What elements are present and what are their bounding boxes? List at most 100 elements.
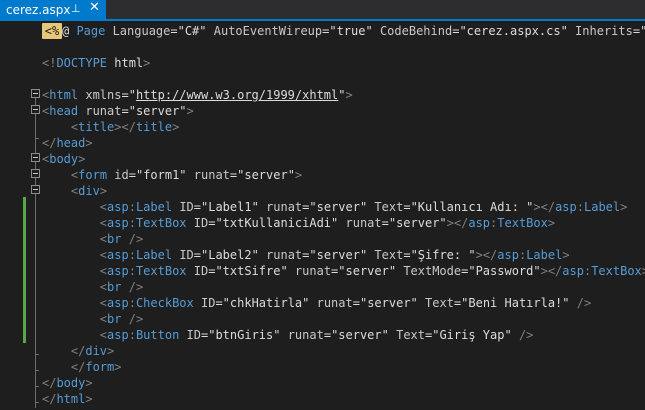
code-line[interactable]: </html> bbox=[42, 391, 93, 407]
code-token: Text bbox=[374, 248, 404, 262]
code-line[interactable]: </form> bbox=[42, 359, 122, 375]
code-token: asp bbox=[468, 216, 491, 230]
code-token: : bbox=[576, 200, 584, 214]
code-token: CodeBehind bbox=[379, 24, 453, 38]
code-line[interactable]: </head> bbox=[42, 135, 93, 151]
pin-tab-icon[interactable]: ⊥ bbox=[71, 2, 81, 15]
code-token: id bbox=[114, 168, 129, 182]
code-token: = bbox=[352, 296, 360, 310]
code-token: Button bbox=[135, 328, 187, 342]
code-token: asp bbox=[562, 264, 584, 278]
code-token: "true" bbox=[329, 24, 373, 38]
code-token: " bbox=[128, 88, 136, 102]
code-token: DOCTYPE bbox=[56, 56, 115, 70]
code-token: = bbox=[170, 24, 178, 38]
code-token: </ bbox=[70, 344, 86, 358]
code-token: "coo bbox=[640, 24, 645, 38]
code-token: "cerez.aspx.cs" bbox=[459, 24, 568, 38]
code-line[interactable]: <div> bbox=[42, 183, 107, 199]
code-token: div bbox=[78, 184, 100, 198]
code-line[interactable]: <!DOCTYPE html> bbox=[42, 55, 150, 71]
code-token: asp bbox=[555, 200, 577, 214]
code-token: = bbox=[632, 24, 641, 38]
code-line[interactable]: <title></title> bbox=[42, 119, 179, 135]
code-token: /> bbox=[128, 280, 144, 294]
code-token: br bbox=[107, 280, 129, 294]
code-token: > bbox=[172, 120, 180, 134]
code-token: /> bbox=[128, 312, 144, 326]
code-token: : bbox=[128, 264, 136, 278]
collapse-form-icon[interactable] bbox=[31, 169, 40, 178]
code-token: Label bbox=[135, 200, 180, 214]
code-token: "C#" bbox=[177, 24, 207, 38]
close-tab-icon[interactable]: ✕ bbox=[89, 0, 100, 15]
collapse-body-icon[interactable] bbox=[31, 153, 40, 162]
code-token: "chkHatirla" bbox=[222, 296, 310, 310]
code-token: > bbox=[85, 392, 93, 406]
code-line[interactable]: <form id="form1" runat="server"> bbox=[42, 167, 302, 183]
code-token: /> bbox=[576, 296, 592, 310]
code-token: Label bbox=[584, 200, 621, 214]
code-editor[interactable]: <% @ Page Language="C#" AutoEventWireup="… bbox=[0, 21, 645, 410]
code-token: xmlns bbox=[85, 88, 122, 102]
code-token: > bbox=[114, 360, 122, 374]
code-line[interactable]: <br /> bbox=[42, 279, 143, 295]
code-token: runat bbox=[266, 248, 303, 262]
code-token: > bbox=[78, 152, 86, 166]
code-line[interactable]: <html xmlns="http://www.w3.org/1999/xhtm… bbox=[42, 87, 353, 103]
code-line[interactable]: <asp:Label ID="Label1" runat="server" Te… bbox=[42, 199, 628, 215]
code-token: </ bbox=[70, 360, 86, 374]
code-token: "btnGiris" bbox=[208, 328, 281, 342]
collapse-html-icon[interactable] bbox=[31, 89, 40, 98]
code-line[interactable]: <br /> bbox=[42, 231, 143, 247]
code-token: = bbox=[381, 216, 389, 230]
code-line[interactable]: <head runat="server"> bbox=[42, 103, 194, 119]
asp-directive-marker: <% bbox=[42, 23, 62, 39]
code-token: html bbox=[49, 88, 86, 102]
code-line[interactable]: <asp:TextBox ID="txtKullaniciAdi" runat=… bbox=[42, 215, 555, 231]
code-token: > bbox=[186, 104, 194, 118]
code-line[interactable]: <asp:Label ID="Label2" runat="server" Te… bbox=[42, 247, 570, 263]
code-token: ID bbox=[186, 328, 201, 342]
code-line[interactable]: <asp:CheckBox ID="chkHatirla" runat="ser… bbox=[42, 295, 591, 311]
code-token: /> bbox=[128, 232, 144, 246]
code-line[interactable]: <asp:TextBox ID="txtSifre" runat="server… bbox=[42, 263, 645, 279]
collapse-head-icon[interactable] bbox=[31, 105, 40, 114]
code-token: </ bbox=[42, 392, 57, 406]
editor-gutter bbox=[0, 21, 40, 410]
code-token: runat bbox=[316, 296, 353, 310]
code-line[interactable]: </body> bbox=[42, 375, 93, 391]
collapse-div-icon[interactable] bbox=[31, 185, 40, 194]
code-token: asp bbox=[107, 200, 129, 214]
code-token: "server" bbox=[237, 168, 295, 182]
fold-end-form bbox=[35, 370, 39, 371]
code-token: > bbox=[143, 56, 151, 70]
code-token: Text bbox=[425, 296, 454, 310]
code-token: TextBox bbox=[497, 216, 548, 230]
code-line[interactable]: <body> bbox=[42, 151, 85, 167]
code-token: "server" bbox=[309, 248, 368, 262]
code-token: : bbox=[128, 328, 136, 342]
code-token: = bbox=[323, 328, 332, 342]
code-token: < bbox=[99, 216, 108, 230]
code-token: "txtSifre" bbox=[215, 264, 288, 278]
document-tab-cerez-aspx[interactable]: cerez.aspx ⊥ ✕ bbox=[0, 0, 106, 19]
code-token: head bbox=[56, 136, 86, 150]
code-token: asp bbox=[107, 328, 129, 342]
code-line[interactable]: </div> bbox=[42, 343, 114, 359]
code-token: Label bbox=[526, 248, 563, 262]
fold-end-html bbox=[35, 402, 39, 403]
code-line[interactable]: <% @ Page Language="C#" AutoEventWireup="… bbox=[42, 23, 645, 39]
code-token: "server" bbox=[331, 328, 389, 342]
code-token: div bbox=[85, 344, 108, 358]
code-token: > bbox=[562, 248, 570, 262]
code-line[interactable]: <asp:Button ID="btnGiris" runat="server"… bbox=[42, 327, 534, 343]
code-line[interactable]: <br /> bbox=[42, 311, 143, 327]
code-token: "Kullanıcı Adı: " bbox=[410, 200, 534, 214]
code-token: html bbox=[56, 392, 86, 406]
